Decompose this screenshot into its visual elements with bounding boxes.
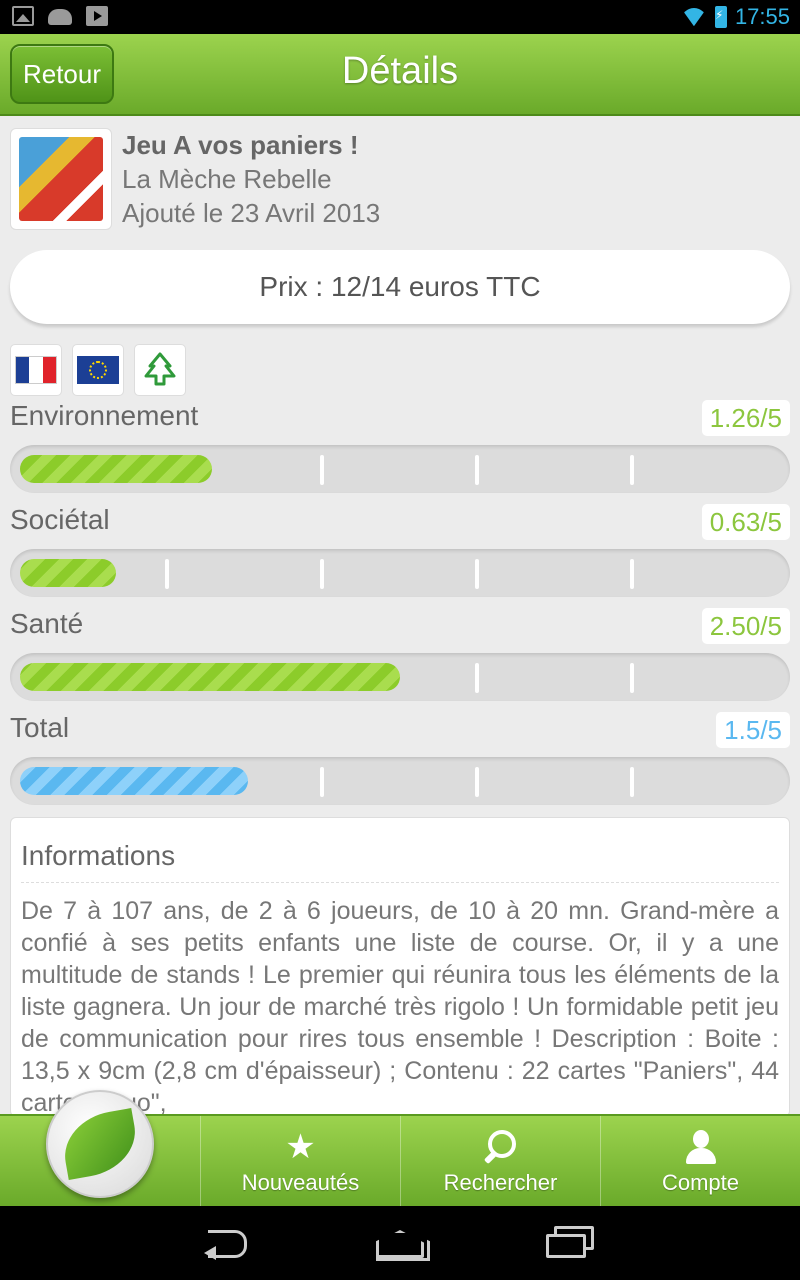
status-clock: 17:55 — [734, 4, 790, 29]
nav-back-icon[interactable] — [200, 1224, 260, 1262]
tab-search-label: Rechercher — [443, 1170, 558, 1195]
tab-account[interactable]: Compte — [600, 1116, 800, 1208]
tab-new-label: Nouveautés — [241, 1170, 360, 1195]
score-value-health: 2.50/5 — [701, 608, 790, 644]
score-bar-environment — [10, 445, 790, 493]
status-bar: 17:55 — [0, 0, 800, 34]
user-icon — [684, 1130, 718, 1164]
score-fill-societal — [20, 559, 116, 587]
home-leaf-button[interactable] — [46, 1090, 154, 1198]
nav-recent-apps-icon[interactable] — [540, 1224, 600, 1262]
score-fill-health — [20, 663, 400, 691]
info-title: Informations — [21, 840, 779, 883]
system-nav-bar — [0, 1206, 800, 1280]
score-bar-societal — [10, 549, 790, 597]
product-name: Jeu A vos paniers ! — [122, 130, 359, 160]
product-thumbnail[interactable] — [10, 128, 112, 230]
battery-icon — [714, 6, 727, 28]
product-brand: La Mèche Rebelle — [122, 164, 332, 194]
label-list — [10, 344, 186, 396]
score-fill-total — [20, 767, 248, 795]
price-banner: Prix : 12/14 euros TTC — [10, 250, 790, 324]
score-label-total: Total — [10, 712, 70, 743]
info-panel[interactable]: Informations De 7 à 107 ans, de 2 à 6 jo… — [10, 817, 790, 1117]
leaf-icon — [58, 1108, 142, 1180]
score-value-total: 1.5/5 — [716, 712, 790, 748]
flag-eu-icon[interactable] — [72, 344, 124, 396]
score-bar-total — [10, 757, 790, 805]
wifi-icon — [681, 8, 707, 26]
product-image — [19, 137, 103, 221]
star-icon: ★ — [285, 1128, 316, 1166]
score-label-health: Santé — [10, 608, 84, 639]
tab-account-label: Compte — [661, 1170, 740, 1195]
flag-france-icon[interactable] — [10, 344, 62, 396]
gallery-notification-icon — [12, 6, 34, 26]
search-icon — [486, 1130, 516, 1164]
score-fill-environment — [20, 455, 212, 483]
info-description: De 7 à 107 ans, de 2 à 6 joueurs, de 10 … — [21, 897, 779, 1117]
page-title: Détails — [341, 50, 459, 92]
score-value-environment: 1.26/5 — [701, 400, 790, 436]
ecolabel-tree-icon[interactable] — [134, 344, 186, 396]
android-notification-icon — [48, 9, 72, 25]
score-label-societal: Sociétal — [10, 504, 110, 535]
play-store-notification-icon — [86, 6, 108, 26]
product-date-added: Ajouté le 23 Avril 2013 — [122, 198, 381, 228]
score-bar-health — [10, 653, 790, 701]
score-value-societal: 0.63/5 — [701, 504, 790, 540]
header-bar: Retour Détails — [0, 34, 800, 116]
score-label-environment: Environnement — [10, 400, 199, 431]
tab-new[interactable]: ★ Nouveautés — [200, 1116, 400, 1208]
tab-search[interactable]: Rechercher — [400, 1116, 600, 1208]
nav-home-icon[interactable] — [370, 1224, 430, 1262]
